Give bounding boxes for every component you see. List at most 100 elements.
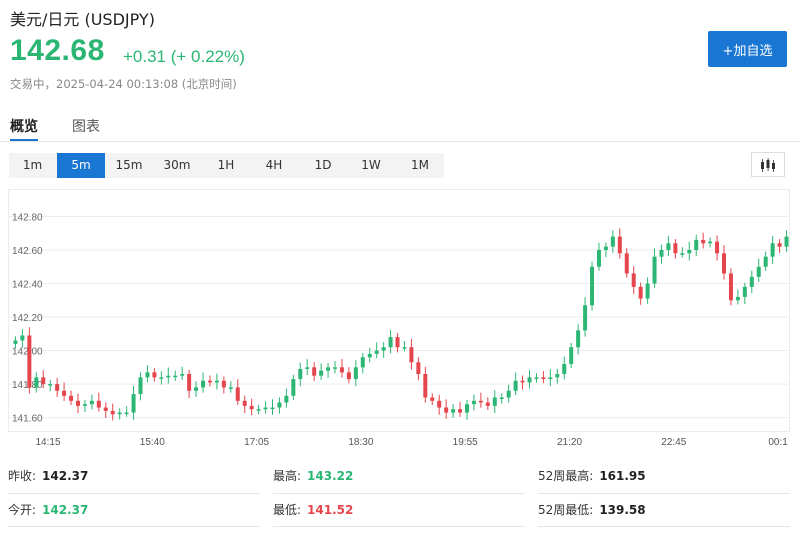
candle-body [96,400,101,408]
x-tick-label: 14:15 [35,437,60,448]
candle-body [48,384,53,386]
candle-body [596,249,601,267]
candle-body [201,380,206,388]
candle-body [319,370,324,376]
stat-label: 最低: [273,503,302,517]
candlestick-chart[interactable]: 142.80142.60142.40142.20142.00141.80141.… [8,189,790,451]
x-tick-label: 00:1 [768,437,788,448]
candle-body [305,367,310,369]
candle-body [312,367,317,376]
candle-body [631,273,636,287]
candle-body [784,236,789,247]
candle-body [214,380,219,383]
candle-body [124,412,129,415]
stat-prev-close: 昨收: 142.37 [8,460,88,493]
candle-body [562,363,567,375]
candle-body [749,276,754,287]
candle-body [652,256,657,284]
candle-body [763,256,768,267]
period-1mo[interactable]: 1M [396,153,444,178]
candle-body [659,249,664,257]
stat-value: 161.95 [599,469,646,483]
candle-body [138,377,143,395]
candle-body [388,337,393,348]
candle-body [89,400,94,405]
candle-body [75,400,80,406]
period-30m[interactable]: 30m [153,153,201,178]
candle-body [638,286,643,299]
candle-body [742,286,747,297]
chart-type-button[interactable] [751,152,785,177]
divider [273,526,525,527]
active-tab-indicator [10,139,38,141]
candle-body [444,407,449,413]
candle-body [534,377,539,379]
candle-body [673,243,678,254]
candlestick-icon [761,157,775,172]
divider [8,526,260,527]
candle-body [249,405,254,410]
candle-body [576,330,581,348]
current-price: 142.68 [10,34,105,67]
stat-52w-high: 52周最高: 161.95 [538,460,646,493]
candle-body [610,236,615,247]
candle-body [478,400,483,403]
candle-body [381,347,386,351]
candle-body [284,395,289,403]
candle-body [520,380,525,383]
candle-body [770,243,775,257]
y-tick-label: 142.80 [12,212,43,223]
y-tick-label: 141.60 [12,414,43,425]
candle-body [326,367,331,371]
candle-body [666,243,671,250]
stat-low: 最低: 141.52 [273,494,353,527]
stat-high: 最高: 143.22 [273,460,353,493]
x-tick-label: 22:45 [661,437,686,448]
candle-body [409,347,414,363]
candle-body [527,377,532,383]
period-1h[interactable]: 1H [202,153,250,178]
candle-body [680,253,685,255]
divider [538,526,790,527]
candle-body [27,335,32,388]
stat-value: 141.52 [307,503,354,517]
candle-body [187,374,192,391]
candle-body [103,407,108,411]
period-1m[interactable]: 1m [9,153,56,178]
candle-body [353,367,358,380]
period-5m[interactable]: 5m [57,153,105,178]
candle-body [777,243,782,247]
candle-body [499,397,504,399]
stat-52w-low: 52周最低: 139.58 [538,494,646,527]
candle-body [207,380,212,383]
tab-overview[interactable]: 概览 [10,116,38,136]
candle-body [228,387,233,389]
stat-value: 142.37 [42,469,89,483]
stat-label: 今开: [8,503,37,517]
stat-value: 142.37 [42,503,89,517]
candle-body [555,374,560,378]
period-15m[interactable]: 15m [105,153,153,178]
y-tick-label: 142.20 [12,313,43,324]
candle-body [256,409,261,411]
candle-body [339,367,344,373]
period-4h[interactable]: 4H [250,153,298,178]
x-tick-label: 19:55 [453,437,478,448]
candle-body [291,379,296,396]
candle-body [117,412,122,415]
tab-chart[interactable]: 图表 [72,116,100,136]
candle-body [506,390,511,398]
price-chart[interactable]: 142.80 142.60 142.40 142.20 142.00 141.80 141.… [8,189,790,451]
period-1d[interactable]: 1D [299,153,347,178]
instrument-title: 美元/日元 (USDJPY) [10,10,155,29]
tab-divider [0,141,800,142]
period-1w[interactable]: 1W [347,153,395,178]
chart-frame [8,189,790,432]
candle-body [82,404,87,406]
candle-body [715,241,720,254]
add-to-watchlist-button[interactable]: +加自选 [708,31,787,67]
candle-body [583,305,588,331]
candle-body [242,400,247,406]
candle-body [145,372,150,378]
candle-body [590,266,595,306]
